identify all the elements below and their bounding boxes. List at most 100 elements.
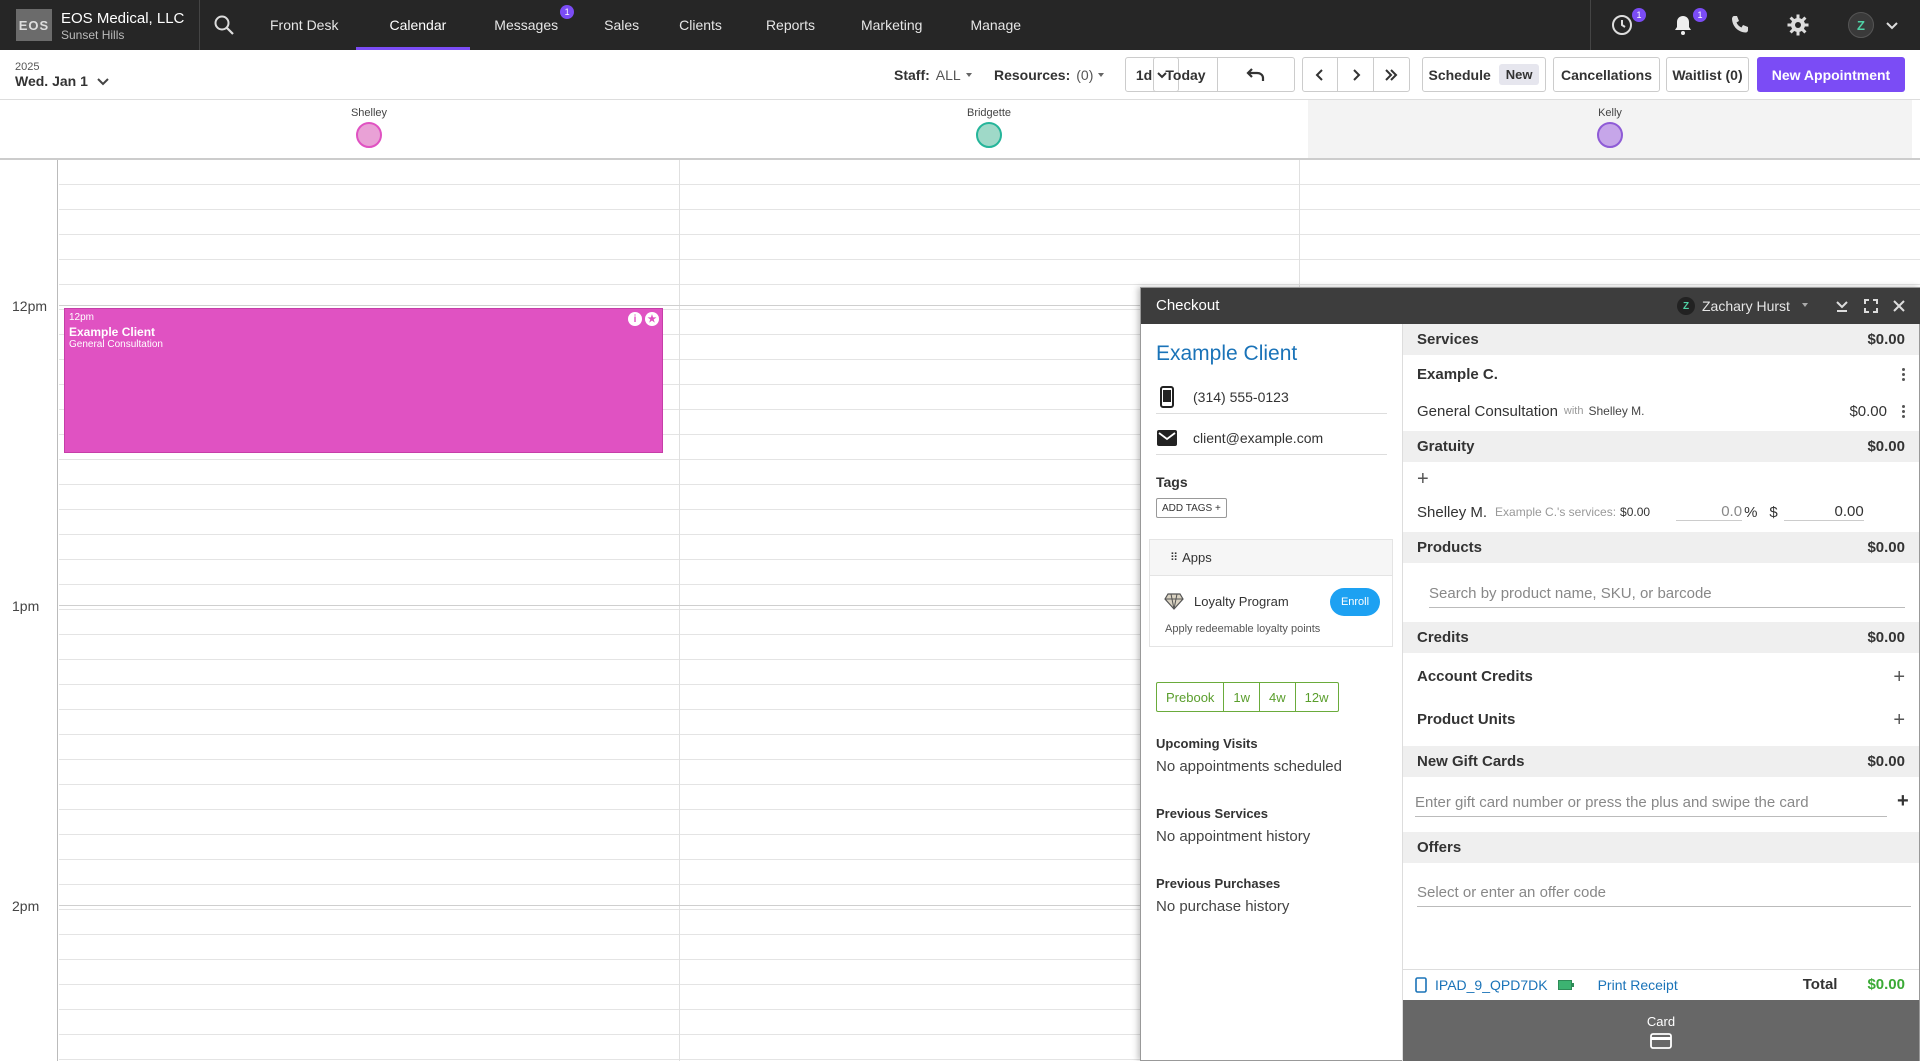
close-icon[interactable] (1890, 297, 1908, 315)
client-phone[interactable]: (314) 555-0123 (1156, 380, 1387, 414)
client-email[interactable]: client@example.com (1156, 421, 1387, 455)
previous-purchases-value: No purchase history (1156, 898, 1290, 915)
more-options-icon[interactable] (1901, 404, 1905, 418)
nav-label: Reports (765, 17, 815, 33)
appointment-client: Example Client (69, 325, 156, 339)
calendar-toolbar: 2025 Wed. Jan 1 Staff: ALL Resources: (0) … (0, 50, 1920, 100)
nav-marketing[interactable]: Marketing (839, 0, 946, 50)
credits-label: Credits (1417, 629, 1469, 646)
fullscreen-icon[interactable] (1862, 297, 1880, 315)
prebook-1w-button[interactable]: 1w (1224, 683, 1261, 711)
brand-subtitle: Sunset Hills (61, 28, 125, 42)
gift-card-input[interactable]: Enter gift card number or press the plus… (1415, 794, 1887, 817)
email-icon (1156, 429, 1178, 446)
column-divider (679, 160, 680, 1061)
product-units-row[interactable]: Product Units + (1403, 704, 1919, 735)
service-name: General Consultation (1417, 402, 1558, 420)
clock-icon[interactable]: 1 (1610, 8, 1646, 37)
nav-clients[interactable]: Clients (661, 0, 744, 50)
cancellations-button[interactable]: Cancellations (1553, 57, 1660, 92)
account-credits-label: Account Credits (1417, 668, 1533, 685)
star-icon[interactable]: ★ (645, 312, 659, 326)
brand[interactable]: EOS EOS Medical, LLC Sunset Hills (0, 0, 200, 50)
card-label: Card (1646, 1014, 1676, 1029)
jump-forward-button[interactable] (1374, 58, 1409, 91)
dollar-sign: $ (1769, 503, 1778, 521)
search-icon[interactable] (212, 13, 236, 37)
chevron-down-icon[interactable] (1884, 17, 1900, 33)
nav-reports[interactable]: Reports (744, 0, 839, 50)
brand-logo: EOS (16, 9, 52, 41)
staff-column-bridgette[interactable]: Bridgette (679, 100, 1299, 158)
nav-manage[interactable]: Manage (946, 0, 1039, 50)
bell-icon[interactable]: 1 (1671, 8, 1707, 37)
staff-filter-value: ALL (935, 67, 961, 83)
info-icon[interactable]: i (628, 312, 642, 326)
today-group: Today (1153, 57, 1295, 92)
print-receipt-link[interactable]: Print Receipt (1598, 977, 1678, 993)
services-total: $0.00 (1867, 331, 1905, 348)
caret-down-icon (1098, 72, 1105, 77)
diamond-icon (1164, 591, 1184, 611)
staff-name: Kelly (1598, 107, 1622, 119)
gratuity-services-value: $0.00 (1620, 505, 1651, 519)
phone-icon[interactable] (1728, 13, 1752, 37)
prebook-button[interactable]: Prebook (1157, 683, 1225, 711)
gratuity-amount-input[interactable]: 0.00 (1783, 503, 1864, 521)
date-picker[interactable]: Wed. Jan 1 (15, 73, 110, 89)
client-name-link[interactable]: Example Client (1156, 342, 1297, 366)
gear-icon[interactable] (1786, 13, 1810, 37)
device-link[interactable]: IPAD_9_QPD7DK (1435, 977, 1548, 993)
plus-icon[interactable]: + (1897, 791, 1909, 811)
nav-label: Clients (679, 17, 722, 33)
card-payment-button[interactable]: Card (1403, 1000, 1919, 1061)
add-gratuity-row: + (1403, 464, 1919, 494)
bell-badge: 1 (1693, 8, 1707, 22)
schedule-button[interactable]: Schedule New (1422, 57, 1546, 92)
staff-column-kelly[interactable]: Kelly (1308, 100, 1912, 158)
loyalty-description: Apply redeemable loyalty points (1165, 623, 1321, 635)
caret-down-icon (1801, 302, 1808, 307)
nav-menu: Front Desk Calendar Messages 1 Sales Clie… (252, 0, 1039, 50)
product-search-input[interactable]: Search by product name, SKU, or barcode (1429, 585, 1905, 608)
nav-messages[interactable]: Messages 1 (470, 0, 582, 50)
user-avatar[interactable]: Z (1848, 12, 1874, 38)
add-tags-button[interactable]: ADD TAGS + (1156, 498, 1227, 518)
credits-section-header: Credits $0.00 (1403, 622, 1919, 653)
today-button[interactable]: Today (1154, 58, 1218, 91)
staff-filter[interactable]: Staff: ALL (894, 67, 972, 83)
new-appointment-button[interactable]: New Appointment (1757, 57, 1905, 92)
offer-code-input[interactable]: Select or enter an offer code (1417, 884, 1911, 907)
prebook-4w-button[interactable]: 4w (1260, 683, 1296, 711)
total-value: $0.00 (1867, 976, 1905, 993)
nav-sales[interactable]: Sales (582, 0, 661, 50)
resources-filter[interactable]: Resources: (0) (994, 67, 1105, 83)
plus-icon[interactable]: + (1417, 469, 1429, 489)
nav-front-desk[interactable]: Front Desk (252, 0, 356, 50)
staff-header: Shelley Bridgette Kelly (0, 100, 1920, 160)
plus-icon[interactable]: + (1893, 710, 1905, 730)
account-credits-row[interactable]: Account Credits + (1403, 661, 1919, 692)
checkout-user-select[interactable]: Z Zachary Hurst (1677, 297, 1808, 315)
staff-column-shelley[interactable]: Shelley (59, 100, 679, 158)
service-line-item[interactable]: General Consultation with Shelley M. $0.… (1403, 393, 1919, 429)
nav-label: Messages (494, 17, 559, 33)
prev-day-button[interactable] (1303, 58, 1339, 91)
schedule-label: Schedule (1428, 66, 1491, 83)
waitlist-button[interactable]: Waitlist (0) (1666, 57, 1749, 92)
nav-calendar[interactable]: Calendar (356, 0, 471, 50)
time-label: 12pm (12, 298, 48, 314)
gratuity-percent-input[interactable]: 0.0 (1676, 503, 1743, 521)
gratuity-label: Gratuity (1417, 438, 1475, 455)
next-day-button[interactable] (1338, 58, 1374, 91)
prebook-12w-button[interactable]: 12w (1296, 683, 1338, 711)
checkout-items-column: Services $0.00 Example C. General Consul… (1403, 324, 1919, 1061)
plus-icon[interactable]: + (1893, 667, 1905, 687)
products-total: $0.00 (1867, 539, 1905, 556)
more-options-icon[interactable] (1901, 367, 1905, 381)
undo-button[interactable] (1218, 58, 1294, 91)
messages-badge: 1 (560, 5, 575, 19)
enroll-button[interactable]: Enroll (1330, 588, 1380, 616)
minimize-icon[interactable] (1833, 297, 1851, 315)
appointment-block[interactable]: 12pm Example Client General Consultation… (64, 308, 663, 453)
